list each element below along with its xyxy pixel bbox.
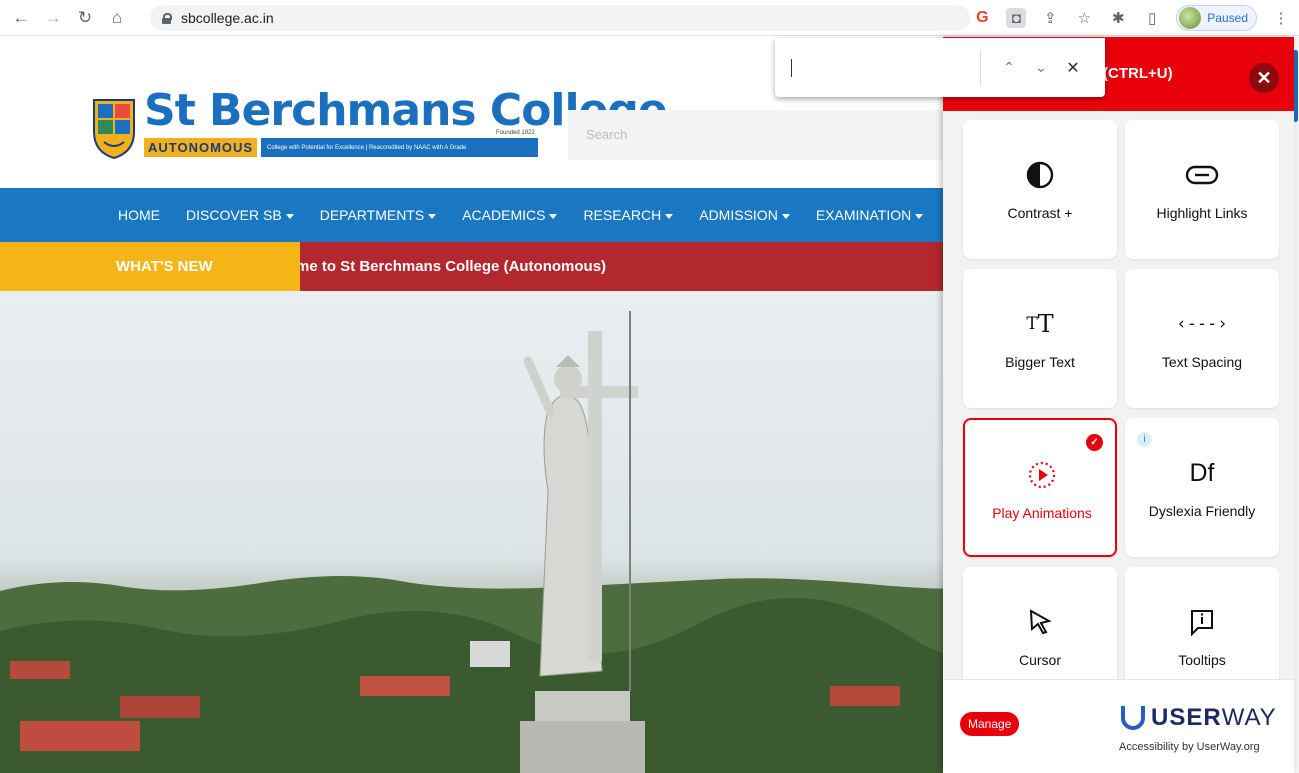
userway-tagline[interactable]: Accessibility by UserWay.org <box>1119 741 1260 753</box>
news-ticker-text[interactable]: elcome to St Berchmans College (Autonomo… <box>266 242 606 291</box>
card-label: Play Animations <box>992 505 1092 521</box>
google-lens-icon[interactable]: G <box>972 8 992 28</box>
cursor-icon <box>963 605 1117 639</box>
reload-icon[interactable]: ↻ <box>74 7 96 29</box>
find-previous-icon[interactable]: ⌃ <box>993 52 1025 84</box>
logo-founded: Founded 1922 <box>496 130 535 136</box>
userway-title: (CTRL+U) <box>1103 65 1173 82</box>
tooltip-icon <box>1125 605 1279 639</box>
chevron-down-icon <box>915 213 924 219</box>
chevron-down-icon <box>781 213 790 219</box>
info-icon[interactable]: i <box>1137 432 1152 447</box>
card-contrast[interactable]: Contrast + <box>963 120 1117 259</box>
logo-autonomous: AUTONOMOUS <box>144 138 258 157</box>
find-input[interactable] <box>775 38 980 97</box>
divider <box>980 49 981 86</box>
chevron-down-icon <box>549 213 558 219</box>
url-text: sbcollege.ac.in <box>181 10 274 26</box>
whats-new-label: WHAT'S NEW <box>0 242 300 291</box>
logo-tagline: College with Potential for Excellence | … <box>261 138 538 157</box>
home-icon[interactable]: ⌂ <box>106 7 128 29</box>
card-label: Tooltips <box>1178 652 1226 668</box>
extensions-icon[interactable]: ✱ <box>1108 8 1128 28</box>
card-bigger-text[interactable]: TT Bigger Text <box>963 269 1117 408</box>
userway-footer: Manage USERWAY Accessibility by UserWay.… <box>943 679 1294 773</box>
chevron-down-icon <box>285 213 294 219</box>
nav-research[interactable]: RESEARCH <box>583 207 674 223</box>
card-label: Text Spacing <box>1161 354 1243 370</box>
site-search-input[interactable]: Search <box>568 110 968 160</box>
card-dyslexia-friendly[interactable]: i Df Dyslexia Friendly <box>1125 418 1279 557</box>
userway-panel: (CTRL+U) ✕ Contrast + Highlight Links TT… <box>943 37 1294 773</box>
side-panel-icon[interactable]: ▯ <box>1142 8 1162 28</box>
chevron-down-icon <box>665 213 674 219</box>
lock-icon <box>162 12 172 24</box>
nav-admission[interactable]: ADMISSION <box>699 207 790 223</box>
userway-logo[interactable]: USERWAY <box>1121 704 1277 732</box>
card-play-animations[interactable]: ✓ Play Animations <box>963 418 1117 557</box>
check-icon: ✓ <box>1086 434 1103 451</box>
brand-light: WAY <box>1221 704 1277 731</box>
menu-kebab-icon[interactable]: ⋮ <box>1271 8 1291 28</box>
nav-academics[interactable]: ACADEMICS <box>462 207 558 223</box>
text-spacing-icon: ‹---› <box>1176 314 1228 334</box>
nav-home[interactable]: HOME <box>118 207 160 223</box>
profile-status: Paused <box>1207 11 1248 25</box>
find-in-page-bar: ⌃ ⌄ ✕ <box>775 38 1105 97</box>
dyslexia-icon: Df <box>1189 458 1215 487</box>
contrast-icon <box>963 158 1117 192</box>
manage-button[interactable]: Manage <box>960 712 1020 736</box>
reader-mode-icon[interactable]: ◘ <box>1006 8 1027 28</box>
card-label: Bigger Text <box>1005 354 1075 370</box>
avatar <box>1179 7 1202 29</box>
forward-arrow-icon[interactable]: → <box>42 7 64 29</box>
card-text-spacing[interactable]: ‹---› Text Spacing <box>1125 269 1279 408</box>
profile-button[interactable]: Paused <box>1176 5 1257 31</box>
link-icon <box>1125 158 1279 192</box>
nav-examination[interactable]: EXAMINATION <box>816 207 924 223</box>
text-caret <box>791 58 792 77</box>
nav-discover-sb[interactable]: DISCOVER SB <box>186 207 294 223</box>
card-label: Highlight Links <box>1156 205 1248 221</box>
find-next-icon[interactable]: ⌄ <box>1025 52 1057 84</box>
nav-departments[interactable]: DEPARTMENTS <box>320 207 437 223</box>
userway-close-icon[interactable]: ✕ <box>1249 63 1279 93</box>
back-arrow-icon[interactable]: ← <box>10 7 32 29</box>
chevron-down-icon <box>428 213 437 219</box>
find-close-icon[interactable]: ✕ <box>1057 52 1089 84</box>
userway-u-icon <box>1121 706 1145 730</box>
address-bar[interactable]: sbcollege.ac.in <box>150 5 970 31</box>
card-label: Cursor <box>1018 652 1061 668</box>
college-crest-icon <box>93 99 135 160</box>
share-icon[interactable]: ⇪ <box>1040 8 1060 28</box>
browser-toolbar: ← → ↻ ⌂ sbcollege.ac.in G ◘ ⇪ ☆ ✱ ▯ Paus… <box>0 0 1299 36</box>
card-highlight-links[interactable]: Highlight Links <box>1125 120 1279 259</box>
bookmark-star-icon[interactable]: ☆ <box>1074 8 1094 28</box>
brand-bold: USER <box>1151 704 1222 731</box>
text-size-icon: TT <box>1026 310 1054 338</box>
card-label: Dyslexia Friendly <box>1148 503 1256 519</box>
card-label: Contrast + <box>1007 205 1073 221</box>
play-animations-icon <box>965 458 1119 492</box>
